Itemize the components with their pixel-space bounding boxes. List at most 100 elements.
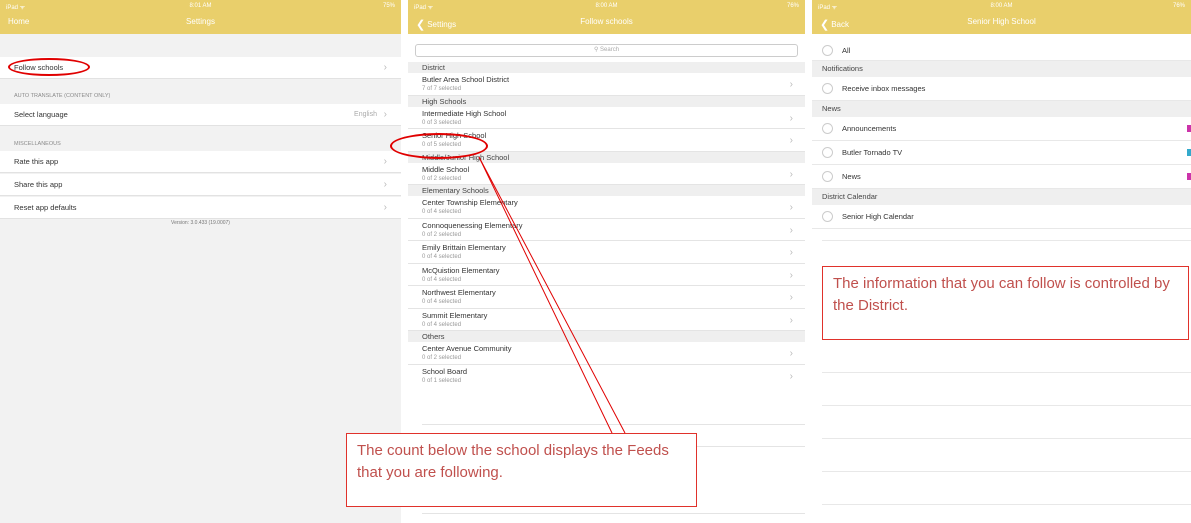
settings-navbar: iPad ᯤ 8:01 AM 75% Home Settings bbox=[0, 0, 401, 34]
school-name: Middle School bbox=[422, 164, 470, 174]
follow-count: 0 of 2 selected bbox=[422, 355, 462, 361]
feed-type-badge bbox=[1187, 149, 1191, 156]
chevron-right-icon: › bbox=[789, 202, 793, 213]
feed-item-butler-tv[interactable]: Butler Tornado TV bbox=[812, 141, 1191, 165]
district-annotation-callout: The information that you can follow is c… bbox=[822, 266, 1189, 340]
follow-count: 0 of 1 selected bbox=[422, 377, 462, 384]
school-name: Connoquenessing Elementary bbox=[422, 220, 523, 230]
follow-count: 0 of 2 selected bbox=[422, 231, 462, 238]
feed-label: Butler Tornado TV bbox=[842, 148, 903, 157]
settings-screen: iPad ᯤ 8:01 AM 75% Home Settings Follow … bbox=[0, 0, 401, 523]
school-item-butler-area[interactable]: Butler Area School District 7 of 7 selec… bbox=[408, 73, 805, 96]
senior-high-screen: iPad ᯤ 8:00 AM 76% ❮ Back Senior High Sch… bbox=[812, 0, 1191, 523]
search-placeholder: Search bbox=[600, 47, 620, 53]
radio-button[interactable] bbox=[822, 147, 833, 158]
feed-label: Senior High Calendar bbox=[842, 212, 914, 221]
feed-label: Receive inbox messages bbox=[842, 84, 926, 93]
empty-row-divider bbox=[822, 504, 1191, 505]
search-icon: ⚲ bbox=[593, 47, 599, 53]
share-app-label: Share this app bbox=[14, 180, 63, 189]
battery-level: 76% bbox=[786, 3, 799, 9]
empty-row-divider bbox=[822, 372, 1191, 373]
highlight-circle-senior-high bbox=[390, 133, 488, 159]
share-app-row[interactable]: Share this app › bbox=[0, 174, 401, 196]
school-name: Intermediate High School bbox=[422, 108, 507, 118]
school-item-intermediate-high[interactable]: Intermediate High School 0 of 3 selected… bbox=[408, 107, 805, 129]
feed-item-senior-calendar[interactable]: Senior High Calendar bbox=[812, 205, 1191, 229]
chevron-right-icon: › bbox=[383, 109, 387, 120]
school-name: Center Avenue Community bbox=[422, 344, 512, 353]
school-item-emily-brittain[interactable]: Emily Brittain Elementary 0 of 4 selecte… bbox=[408, 241, 805, 264]
chevron-right-icon: › bbox=[789, 247, 793, 258]
chevron-right-icon: › bbox=[789, 370, 793, 382]
feed-label: All bbox=[842, 46, 851, 55]
status-bar: iPad ᯤ 8:01 AM 75% bbox=[0, 3, 401, 13]
section-header-notifications: Notifications bbox=[812, 61, 1191, 77]
school-name: Butler Area School District bbox=[422, 75, 510, 84]
follow-count: 0 of 2 selected bbox=[422, 175, 462, 182]
follow-count: 7 of 7 selected bbox=[422, 86, 462, 92]
school-item-connoquenessing[interactable]: Connoquenessing Elementary 0 of 2 select… bbox=[408, 219, 805, 241]
school-name: Emily Brittain Elementary bbox=[422, 243, 506, 252]
school-name: Summit Elementary bbox=[422, 310, 488, 320]
school-item-center-avenue[interactable]: Center Avenue Community 0 of 2 selected … bbox=[408, 342, 805, 365]
status-bar: iPad ᯤ 8:00 AM 76% bbox=[408, 3, 805, 13]
highlight-circle-follow-schools bbox=[8, 58, 90, 76]
feed-item-news[interactable]: News bbox=[812, 165, 1191, 189]
follow-count: 0 of 3 selected bbox=[422, 119, 462, 126]
section-header-district: District bbox=[408, 62, 805, 73]
school-item-northwest[interactable]: Northwest Elementary 0 of 4 selected › bbox=[408, 286, 805, 309]
empty-row-divider bbox=[422, 513, 805, 514]
rate-app-label: Rate this app bbox=[14, 157, 59, 166]
feed-item-all[interactable]: All bbox=[812, 40, 1191, 61]
miscellaneous-header: MISCELLANEOUS bbox=[14, 141, 61, 147]
feed-type-badge bbox=[1187, 173, 1191, 180]
select-language-row[interactable]: Select language English › bbox=[0, 104, 401, 126]
follow-count: 0 of 4 selected bbox=[422, 276, 462, 283]
radio-button[interactable] bbox=[822, 211, 833, 222]
chevron-right-icon: › bbox=[789, 135, 793, 146]
section-header-others: Others bbox=[408, 331, 805, 342]
status-time: 8:00 AM bbox=[595, 3, 618, 9]
school-item-summit[interactable]: Summit Elementary 0 of 4 selected › bbox=[408, 309, 805, 331]
school-item-mcquistion[interactable]: McQuistion Elementary 0 of 4 selected › bbox=[408, 264, 805, 286]
feed-list: All Notifications Receive inbox messages… bbox=[812, 40, 1191, 229]
school-name: Center Township Elementary bbox=[422, 198, 518, 207]
school-item-middle-school[interactable]: Middle School 0 of 2 selected › bbox=[408, 163, 805, 185]
select-language-label: Select language bbox=[14, 110, 68, 119]
radio-button[interactable] bbox=[822, 45, 833, 56]
feed-label: News bbox=[842, 172, 861, 181]
search-input[interactable]: ⚲ Search bbox=[415, 44, 798, 57]
school-item-center-township[interactable]: Center Township Elementary 0 of 4 select… bbox=[408, 196, 805, 219]
follow-count: 0 of 4 selected bbox=[422, 209, 462, 215]
follow-count: 0 of 4 selected bbox=[422, 321, 462, 328]
school-item-school-board[interactable]: School Board 0 of 1 selected › bbox=[408, 365, 805, 388]
chevron-right-icon: › bbox=[789, 348, 793, 359]
reset-defaults-row[interactable]: Reset app defaults › bbox=[0, 197, 401, 219]
version-text: Version: 3.0.433 (19.0007) bbox=[171, 220, 230, 226]
section-header-high-schools: High Schools bbox=[408, 95, 805, 107]
rate-app-row[interactable]: Rate this app › bbox=[0, 151, 401, 173]
empty-row-divider bbox=[822, 240, 1191, 241]
page-title: Follow schools bbox=[580, 17, 633, 26]
radio-button[interactable] bbox=[822, 171, 833, 182]
chevron-right-icon: › bbox=[383, 202, 387, 213]
school-name: McQuistion Elementary bbox=[422, 265, 500, 275]
school-name: School Board bbox=[422, 366, 468, 376]
chevron-right-icon: › bbox=[789, 292, 793, 303]
section-header-calendar: District Calendar bbox=[812, 189, 1191, 205]
chevron-right-icon: › bbox=[383, 62, 387, 73]
chevron-right-icon: › bbox=[383, 179, 387, 190]
battery-level: 75% bbox=[382, 3, 395, 9]
empty-row-divider bbox=[822, 405, 1191, 406]
radio-button[interactable] bbox=[822, 83, 833, 94]
empty-row-divider bbox=[422, 424, 805, 425]
battery-level: 76% bbox=[1172, 3, 1185, 9]
section-header-news: News bbox=[812, 101, 1191, 117]
page-title: Senior High School bbox=[967, 17, 1036, 26]
radio-button[interactable] bbox=[822, 123, 833, 134]
senior-navbar: iPad ᯤ 8:00 AM 76% ❮ Back Senior High Sch… bbox=[812, 0, 1191, 34]
status-time: 8:00 AM bbox=[990, 3, 1013, 9]
feed-item-announcements[interactable]: Announcements bbox=[812, 117, 1191, 141]
feed-item-inbox[interactable]: Receive inbox messages bbox=[812, 77, 1191, 101]
